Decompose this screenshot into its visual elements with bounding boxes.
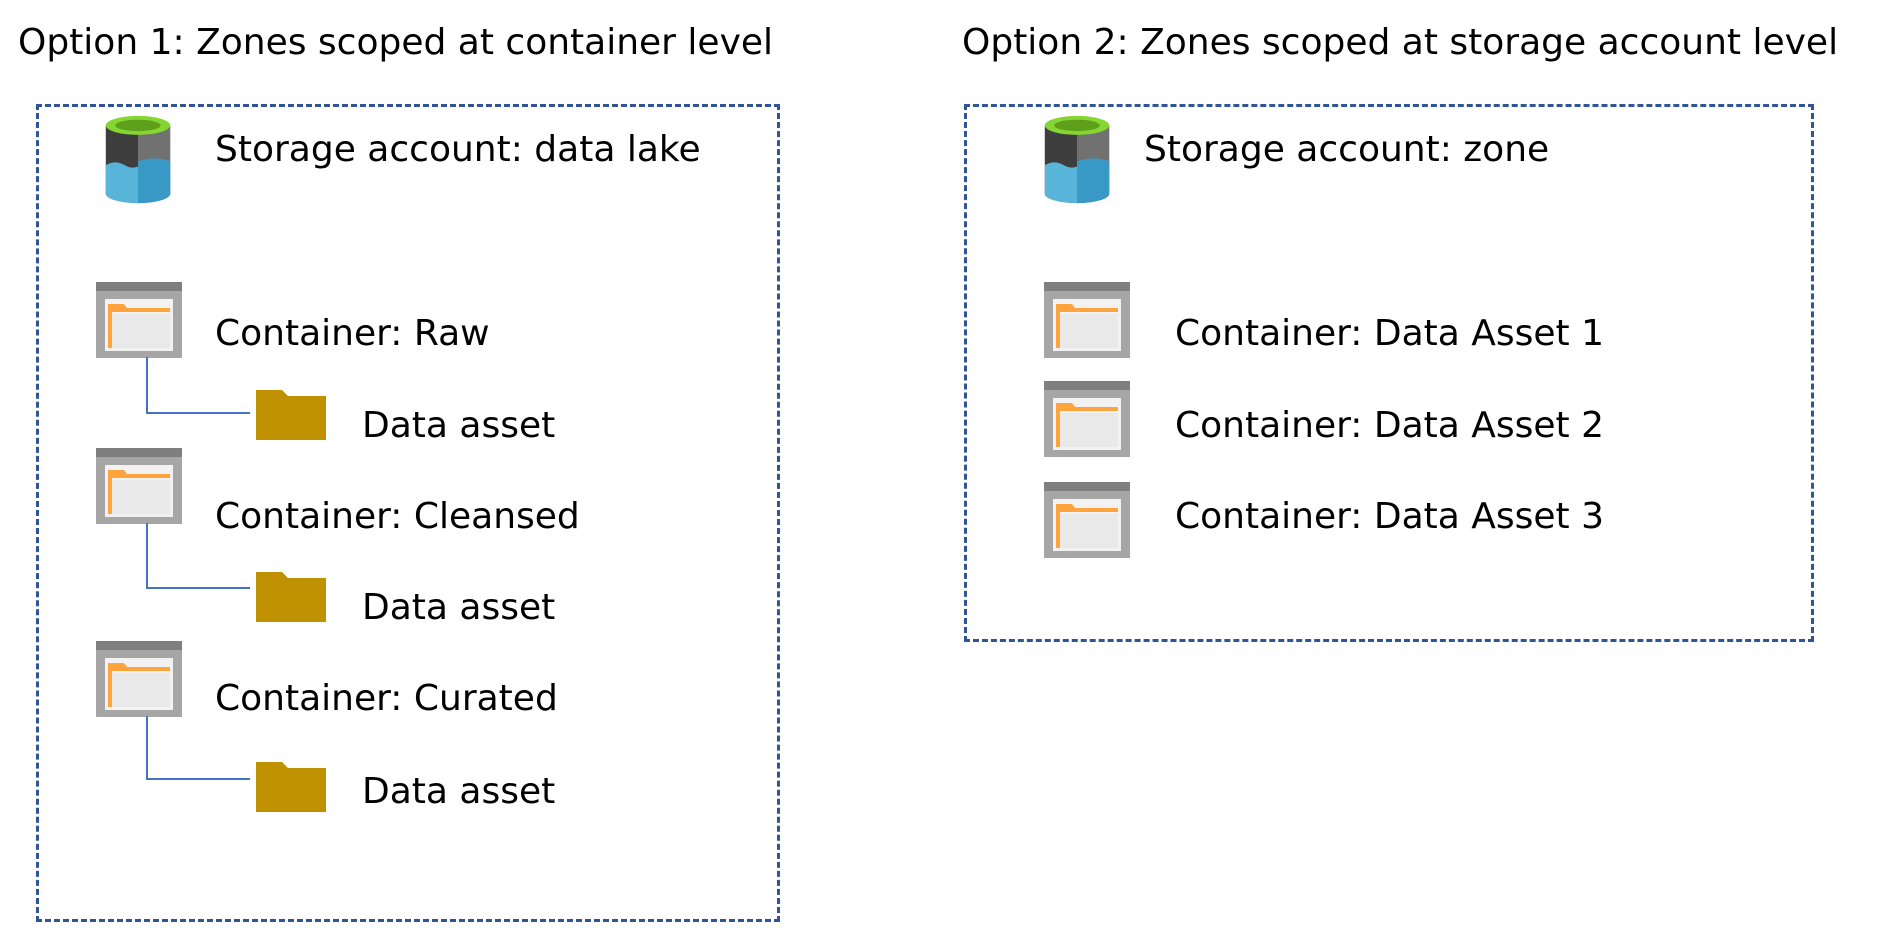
option1-storage-label: Storage account: data lake <box>215 129 701 170</box>
container-icon <box>1044 381 1130 457</box>
option1-data-asset-label: Data asset <box>362 587 556 628</box>
option2-storage-label: Storage account: zone <box>1144 129 1550 170</box>
storage-account-icon <box>1041 112 1113 207</box>
container-icon <box>1044 482 1130 558</box>
option1-container-label: Container: Curated <box>215 678 558 719</box>
container-icon <box>96 282 182 358</box>
option1-container-label: Container: Raw <box>215 313 490 354</box>
option2-container-label: Container: Data Asset 1 <box>1175 313 1605 354</box>
option2-title: Option 2: Zones scoped at storage accoun… <box>962 22 1839 63</box>
folder-icon <box>256 762 326 812</box>
option1-data-asset-label: Data asset <box>362 771 556 812</box>
container-icon <box>96 448 182 524</box>
container-icon <box>1044 282 1130 358</box>
option1-title: Option 1: Zones scoped at container leve… <box>18 22 774 63</box>
option1-data-asset-label: Data asset <box>362 405 556 446</box>
option2-container-label: Container: Data Asset 3 <box>1175 496 1605 537</box>
option1-container-label: Container: Cleansed <box>215 496 580 537</box>
connector-line <box>146 716 250 780</box>
storage-account-icon <box>102 112 174 207</box>
container-icon <box>96 641 182 717</box>
folder-icon <box>256 390 326 440</box>
connector-line <box>146 357 250 414</box>
option2-container-label: Container: Data Asset 2 <box>1175 405 1605 446</box>
connector-line <box>146 523 250 589</box>
folder-icon <box>256 572 326 622</box>
